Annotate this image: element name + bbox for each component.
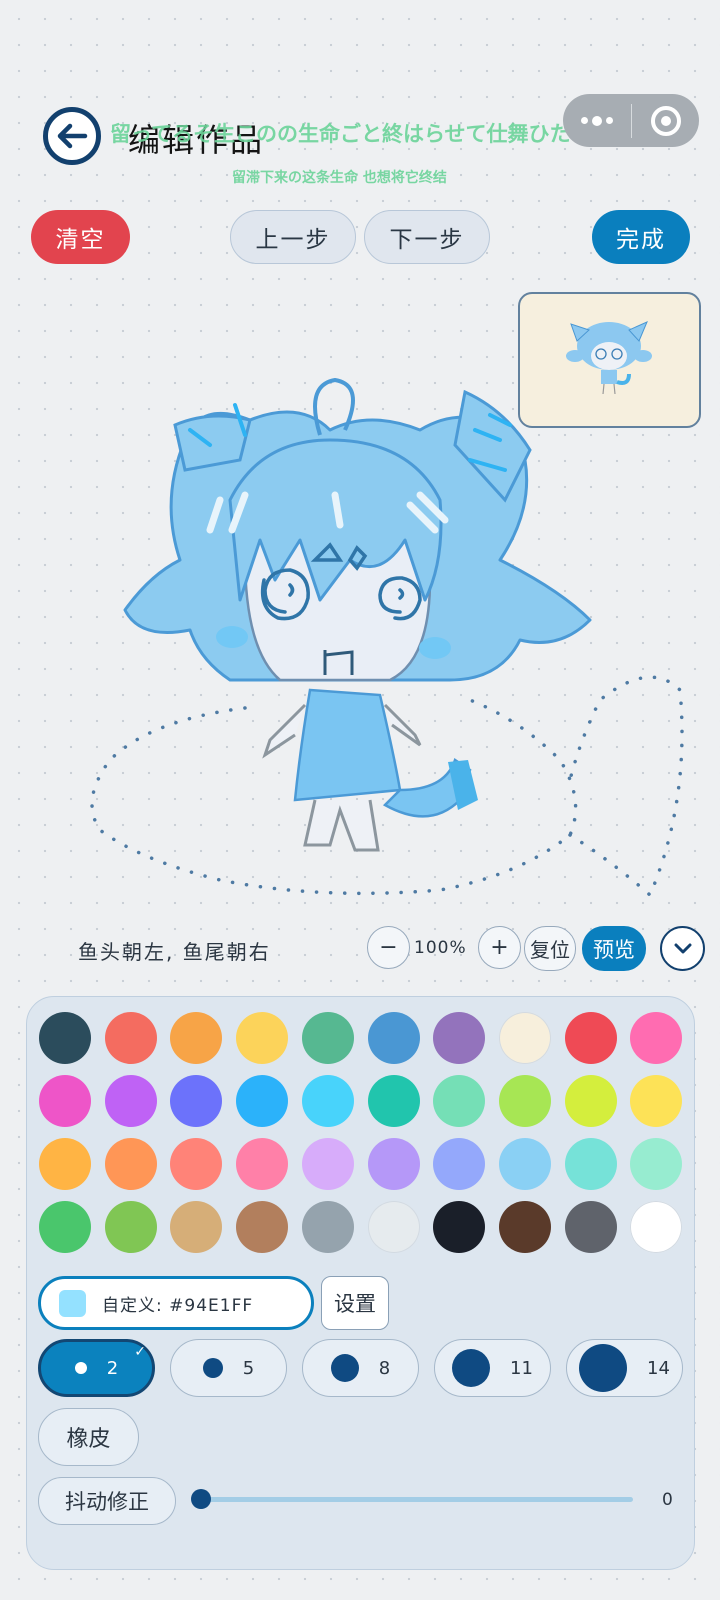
color-swatch[interactable] <box>104 1138 157 1190</box>
close-miniprogram-button[interactable] <box>632 94 699 147</box>
color-swatch[interactable] <box>170 1201 223 1253</box>
brush-size-14[interactable]: 14 <box>566 1339 683 1397</box>
color-swatch[interactable] <box>301 1201 354 1253</box>
stabilizer-button[interactable]: 抖动修正 <box>38 1477 176 1525</box>
color-swatch[interactable] <box>498 1201 551 1253</box>
color-swatch[interactable] <box>236 1138 289 1190</box>
brush-size-label: 8 <box>378 1357 391 1379</box>
brush-size-label: 14 <box>647 1357 670 1379</box>
color-swatch[interactable] <box>39 1075 91 1127</box>
color-swatch[interactable] <box>39 1138 91 1190</box>
color-swatch[interactable] <box>433 1138 486 1190</box>
color-swatch[interactable] <box>367 1075 420 1127</box>
brush-dot-icon <box>74 1362 87 1374</box>
color-swatch[interactable] <box>170 1138 223 1190</box>
color-swatch[interactable] <box>498 1012 551 1064</box>
zoom-level: 100% <box>414 938 467 958</box>
canvas-hint: 鱼头朝左, 鱼尾朝右 <box>78 940 271 964</box>
reset-view-button[interactable]: 复位 <box>524 926 576 971</box>
redo-button[interactable]: 下一步 <box>364 210 490 264</box>
color-swatch[interactable] <box>301 1012 354 1064</box>
lyric-overlay-line1: 留ってるそ生このの生命ごと終はらせて仕舞ひたい。 <box>110 122 613 146</box>
clear-button[interactable]: 清空 <box>31 210 130 264</box>
brush-dot-icon <box>452 1349 491 1387</box>
eraser-button[interactable]: 橡皮 <box>38 1408 139 1466</box>
undo-button[interactable]: 上一步 <box>230 210 356 264</box>
arrow-left-icon <box>57 123 88 149</box>
color-swatch[interactable] <box>630 1201 683 1253</box>
brush-size-8[interactable]: 8 <box>302 1339 419 1397</box>
brush-size-11[interactable]: 11 <box>434 1339 551 1397</box>
brush-dot-icon <box>202 1358 223 1378</box>
brush-size-2[interactable]: 2 ✓ <box>38 1339 155 1397</box>
color-swatch[interactable] <box>564 1012 617 1064</box>
done-button[interactable]: 完成 <box>592 210 690 264</box>
color-swatch[interactable] <box>301 1138 354 1190</box>
brush-size-label: 5 <box>242 1357 255 1379</box>
color-swatch[interactable] <box>498 1075 551 1127</box>
color-swatch[interactable] <box>236 1201 289 1253</box>
color-swatch[interactable] <box>630 1138 683 1190</box>
stabilizer-slider-handle[interactable] <box>191 1489 211 1509</box>
check-icon: ✓ <box>134 1344 146 1360</box>
color-swatch[interactable] <box>104 1201 157 1253</box>
more-icon <box>581 117 588 124</box>
color-swatch[interactable] <box>170 1012 223 1064</box>
brush-size-label: 11 <box>510 1357 533 1379</box>
miniprogram-capsule <box>563 94 699 147</box>
brush-size-5[interactable]: 5 <box>170 1339 287 1397</box>
color-swatch[interactable] <box>433 1012 486 1064</box>
preview-button[interactable]: 预览 <box>582 926 646 971</box>
custom-color-field[interactable]: 自定义: #94E1FF <box>38 1276 314 1330</box>
custom-color-chip <box>59 1289 86 1317</box>
color-swatch[interactable] <box>236 1012 289 1064</box>
custom-color-text: 自定义: #94E1FF <box>102 1295 254 1316</box>
color-swatch[interactable] <box>564 1075 617 1127</box>
stabilizer-slider-track[interactable] <box>195 1497 633 1502</box>
back-button[interactable] <box>43 107 101 165</box>
set-color-button[interactable]: 设置 <box>321 1276 389 1330</box>
zoom-in-button[interactable]: + <box>478 926 521 969</box>
character-drawing <box>123 377 592 852</box>
brush-dot-icon <box>579 1344 628 1392</box>
drawing-canvas[interactable] <box>70 365 720 905</box>
color-swatch[interactable] <box>104 1012 157 1064</box>
color-swatch[interactable] <box>630 1012 683 1064</box>
color-swatch[interactable] <box>630 1075 683 1127</box>
color-swatch[interactable] <box>367 1138 420 1190</box>
brush-size-label: 2 <box>106 1357 119 1379</box>
more-menu-button[interactable] <box>563 94 631 147</box>
stabilizer-value: 0 <box>662 1490 673 1510</box>
color-swatch[interactable] <box>39 1201 91 1253</box>
color-swatch[interactable] <box>301 1075 354 1127</box>
color-swatch[interactable] <box>236 1075 289 1127</box>
color-swatch[interactable] <box>170 1075 223 1127</box>
color-swatch[interactable] <box>564 1138 617 1190</box>
collapse-panel-button[interactable] <box>660 926 705 971</box>
color-swatch[interactable] <box>564 1201 617 1253</box>
brush-dot-icon <box>330 1354 359 1382</box>
color-swatch[interactable] <box>498 1138 551 1190</box>
lyric-overlay-line2: 留滞下来の这条生命 也想将它终结 <box>232 170 447 186</box>
color-swatch[interactable] <box>367 1012 420 1064</box>
color-swatch[interactable] <box>433 1201 486 1253</box>
target-icon <box>650 105 681 136</box>
color-swatch[interactable] <box>104 1075 157 1127</box>
color-swatch[interactable] <box>39 1012 91 1064</box>
color-swatch[interactable] <box>367 1201 420 1253</box>
color-swatch[interactable] <box>433 1075 486 1127</box>
chevron-down-icon <box>674 943 691 953</box>
zoom-out-button[interactable]: − <box>367 926 410 969</box>
